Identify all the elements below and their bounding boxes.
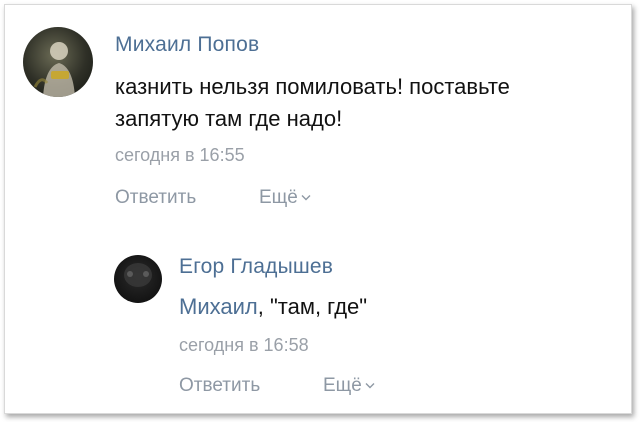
comment-text-line: казнить нельзя помиловать! поставьте — [115, 74, 510, 99]
comment-thread: Михаил Попов казнить нельзя помиловать! … — [4, 4, 632, 414]
comment-author[interactable]: Егор Гладышев — [179, 255, 333, 279]
more-button[interactable]: Ещё — [323, 375, 375, 397]
reply-button[interactable]: Ответить — [179, 375, 260, 397]
mention-link[interactable]: Михаил — [179, 294, 258, 319]
avatar-photo-icon — [124, 263, 152, 287]
comment-text-line: Михаил, "там, где" — [179, 291, 367, 323]
comment-timestamp[interactable]: сегодня в 16:55 — [115, 145, 245, 166]
comment-timestamp[interactable]: сегодня в 16:58 — [179, 335, 309, 356]
comment-text-line: запятую там где надо! — [115, 106, 343, 131]
reply-button[interactable]: Ответить — [115, 187, 196, 209]
avatar-photo-icon — [33, 42, 75, 97]
chevron-down-icon — [301, 195, 311, 201]
more-label: Ещё — [259, 187, 298, 208]
more-label: Ещё — [323, 375, 362, 396]
comment-author[interactable]: Михаил Попов — [115, 33, 259, 57]
avatar[interactable] — [114, 255, 162, 303]
more-button[interactable]: Ещё — [259, 187, 311, 209]
comment-text: , "там, где" — [257, 294, 368, 319]
avatar[interactable] — [23, 27, 93, 97]
chevron-down-icon — [365, 383, 375, 389]
